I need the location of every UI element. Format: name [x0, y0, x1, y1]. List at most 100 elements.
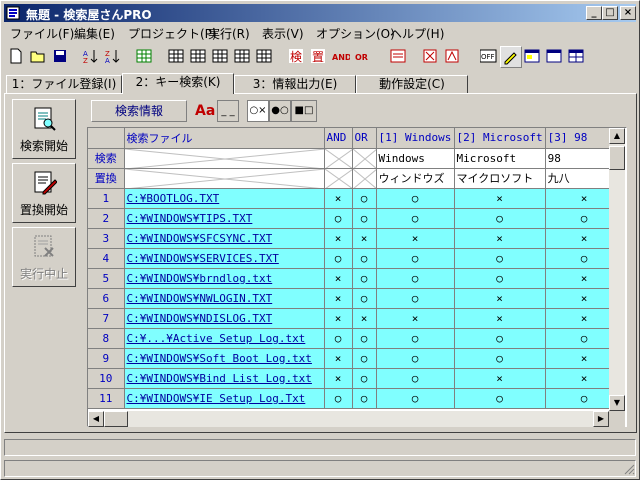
- width-toggle[interactable]: _ _: [217, 100, 239, 122]
- table-row[interactable]: 9 C:¥WINDOWS¥Soft Boot Log.txt × ○ ○ ○ ×: [88, 348, 624, 369]
- scroll-up-button[interactable]: ▲: [609, 128, 625, 144]
- off-toggle[interactable]: OFF: [478, 46, 500, 68]
- column-header-and[interactable]: AND: [324, 128, 353, 149]
- window-icon[interactable]: [544, 46, 566, 68]
- minimize-button[interactable]: _: [586, 6, 602, 20]
- sort-descending-icon[interactable]: ZA: [102, 46, 124, 68]
- scroll-left-button[interactable]: ◀: [88, 411, 104, 427]
- table-row[interactable]: 2 C:¥WINDOWS¥TIPS.TXT ○ ○ ○ ○ ○: [88, 208, 624, 229]
- file-path-link[interactable]: C:¥WINDOWS¥Bind List Log.txt: [124, 368, 325, 389]
- column-header-or[interactable]: OR: [352, 128, 377, 149]
- menu-options[interactable]: オプション(O): [316, 25, 395, 42]
- replace-start-button[interactable]: 置換開始: [12, 163, 76, 223]
- horizontal-scrollbar[interactable]: ◀ ▶: [88, 411, 609, 427]
- table-row[interactable]: 10 C:¥WINDOWS¥Bind List Log.txt × ○ ○ × ×: [88, 368, 624, 389]
- tab-key-search[interactable]: 2：キー検索(K): [122, 73, 234, 94]
- vertical-scrollbar[interactable]: ▲ ▼: [609, 128, 625, 411]
- title-bar[interactable]: 無題 - 検索屋さんPRO _ □ ×: [4, 4, 636, 22]
- grid-view-2-icon[interactable]: [188, 46, 210, 68]
- search-key-input[interactable]: Windows: [376, 148, 455, 169]
- mark-style-3-toggle[interactable]: ■□: [291, 100, 317, 122]
- clear-marks-icon[interactable]: [442, 46, 464, 68]
- tab-file-register[interactable]: 1：ファイル登録(I): [6, 75, 122, 93]
- sort-ascending-icon[interactable]: AZ: [80, 46, 102, 68]
- close-button[interactable]: ×: [620, 6, 636, 20]
- search-key-input[interactable]: Microsoft: [454, 148, 546, 169]
- key2-result: ○: [454, 248, 546, 269]
- window-grid-icon[interactable]: [566, 46, 588, 68]
- scroll-thumb-vertical[interactable]: [609, 146, 625, 170]
- search-key-row: 検索 Windows Microsoft 98: [88, 148, 624, 169]
- tab-settings[interactable]: 動作設定(C): [356, 75, 468, 93]
- table-row[interactable]: 7 C:¥WINDOWS¥NDISLOG.TXT × × × × ×: [88, 308, 624, 329]
- scroll-down-button[interactable]: ▼: [609, 395, 625, 411]
- replace-kanji-icon[interactable]: 置: [308, 46, 330, 68]
- tab-info-output[interactable]: 3：情報出力(E): [234, 75, 356, 93]
- or-result: ○: [352, 388, 377, 409]
- corner-cell: [88, 128, 125, 149]
- menu-edit[interactable]: 編集(E): [74, 25, 115, 42]
- table-row[interactable]: 8 C:¥...¥Active Setup Log.txt ○ ○ ○ ○ ○: [88, 328, 624, 349]
- clear-red-icon[interactable]: [420, 46, 442, 68]
- file-path-link[interactable]: C:¥WINDOWS¥Soft Boot Log.txt: [124, 348, 325, 369]
- file-path-link[interactable]: C:¥BOOTLOG.TXT: [124, 188, 325, 209]
- scroll-thumb-horizontal[interactable]: [104, 411, 128, 427]
- row-number: 7: [88, 308, 125, 329]
- key2-result: ×: [454, 288, 546, 309]
- case-sensitive-toggle[interactable]: Aa: [195, 100, 215, 122]
- grid-view-5-icon[interactable]: [254, 46, 276, 68]
- file-path-link[interactable]: C:¥WINDOWS¥TIPS.TXT: [124, 208, 325, 229]
- menu-help[interactable]: ヘルプ(H): [390, 25, 444, 42]
- resize-grip-icon[interactable]: [623, 463, 635, 475]
- file-path-link[interactable]: C:¥WINDOWS¥brndlog.txt: [124, 268, 325, 289]
- stop-execution-button[interactable]: 実行中止: [12, 227, 76, 287]
- menu-view[interactable]: 表示(V): [262, 25, 304, 42]
- open-folder-icon[interactable]: [28, 46, 50, 68]
- mark-style-1-toggle[interactable]: ○×: [247, 100, 269, 122]
- or-toggle[interactable]: OR: [352, 46, 374, 68]
- table-row[interactable]: 6 C:¥WINDOWS¥NWLOGIN.TXT × ○ ○ × ×: [88, 288, 624, 309]
- grid-view-3-icon[interactable]: [210, 46, 232, 68]
- table-row[interactable]: 3 C:¥WINDOWS¥SFCSYNC.TXT × × × × ×: [88, 228, 624, 249]
- key1-result: ○: [376, 208, 455, 229]
- and-result: ○: [324, 208, 353, 229]
- menu-file[interactable]: ファイル(F): [10, 25, 74, 42]
- edit-pen-icon[interactable]: [500, 46, 522, 68]
- file-path-link[interactable]: C:¥WINDOWS¥NWLOGIN.TXT: [124, 288, 325, 309]
- file-path-link[interactable]: C:¥WINDOWS¥SERVICES.TXT: [124, 248, 325, 269]
- column-header-key2[interactable]: [2] Microsoft: [454, 128, 546, 149]
- table-row[interactable]: 1 C:¥BOOTLOG.TXT × ○ ○ × ×: [88, 188, 624, 209]
- replace-key-input[interactable]: マイクロソフト: [454, 168, 546, 189]
- file-path-link[interactable]: C:¥...¥Active Setup Log.txt: [124, 328, 325, 349]
- table-row[interactable]: 11 C:¥WINDOWS¥IE Setup Log.Txt ○ ○ ○ ○ ○: [88, 388, 624, 409]
- and-toggle[interactable]: AND: [330, 46, 352, 68]
- and-result: ×: [324, 288, 353, 309]
- maximize-button[interactable]: □: [602, 6, 618, 20]
- table-row[interactable]: 5 C:¥WINDOWS¥brndlog.txt × ○ ○ ○ ×: [88, 268, 624, 289]
- replace-start-label: 置換開始: [19, 203, 68, 217]
- table-green-icon[interactable]: [134, 46, 156, 68]
- grid-view-1-icon[interactable]: [166, 46, 188, 68]
- column-header-file[interactable]: 検索ファイル: [124, 128, 325, 149]
- replace-key-input[interactable]: ウィンドウズ: [376, 168, 455, 189]
- grid-view-4-icon[interactable]: [232, 46, 254, 68]
- row-number: 11: [88, 388, 125, 409]
- execute-list-icon[interactable]: [388, 46, 410, 68]
- key1-result: ×: [376, 228, 455, 249]
- search-kanji-icon[interactable]: 検: [286, 46, 308, 68]
- mark-style-2-toggle[interactable]: ●○: [269, 100, 291, 122]
- column-header-key1[interactable]: [1] Windows: [376, 128, 455, 149]
- save-icon[interactable]: [50, 46, 72, 68]
- menu-run[interactable]: 実行(R): [208, 25, 250, 42]
- scroll-right-button[interactable]: ▶: [593, 411, 609, 427]
- table-row[interactable]: 4 C:¥WINDOWS¥SERVICES.TXT ○ ○ ○ ○ ○: [88, 248, 624, 269]
- file-path-link[interactable]: C:¥WINDOWS¥NDISLOG.TXT: [124, 308, 325, 329]
- menu-project[interactable]: プロジェクト(P): [128, 25, 217, 42]
- folder-window-icon[interactable]: [522, 46, 544, 68]
- file-path-link[interactable]: C:¥WINDOWS¥IE Setup Log.Txt: [124, 388, 325, 409]
- key2-result: ×: [454, 188, 546, 209]
- new-file-icon[interactable]: [6, 46, 28, 68]
- search-start-button[interactable]: 検索開始: [12, 99, 76, 159]
- file-path-link[interactable]: C:¥WINDOWS¥SFCSYNC.TXT: [124, 228, 325, 249]
- search-info-button[interactable]: 検索情報: [91, 100, 187, 122]
